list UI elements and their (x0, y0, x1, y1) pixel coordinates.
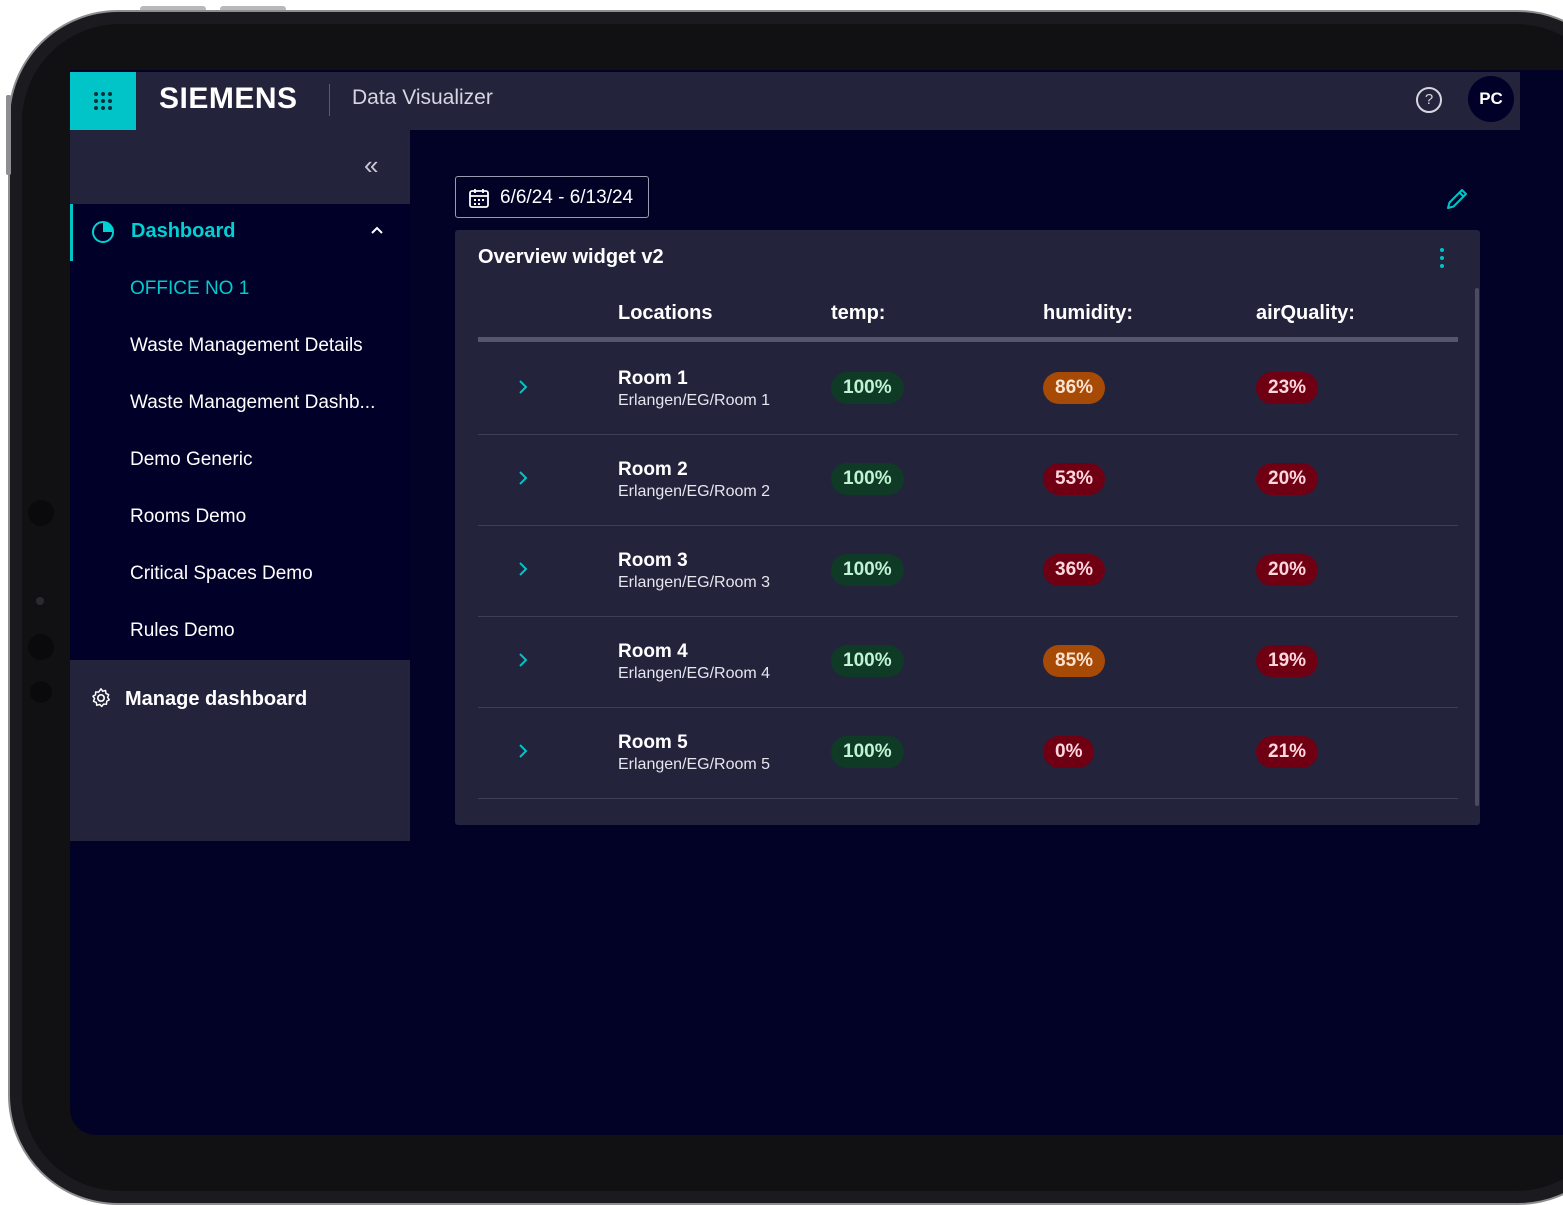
room-name: Room 3 (618, 550, 688, 571)
humidity-badge: 53% (1043, 463, 1106, 495)
humidity-badge: 36% (1043, 554, 1106, 586)
table-row[interactable]: Room 5 Erlangen/EG/Room 5 100% 0% 21% (478, 708, 1458, 799)
collapse-sidebar-icon[interactable]: « (364, 152, 378, 178)
user-avatar[interactable]: PC (1468, 76, 1514, 122)
humidity-badge: 0% (1043, 736, 1095, 768)
room-name: Room 5 (618, 732, 688, 753)
temp-badge: 100% (831, 736, 904, 768)
column-header-temp[interactable]: temp: (831, 302, 885, 325)
overview-widget: Overview widget v2 Locations temp: humid… (455, 230, 1480, 825)
app-switcher-button[interactable] (70, 72, 136, 130)
sidebar-item-waste-management-dashboard[interactable]: Waste Management Dashb... (130, 392, 375, 414)
pie-chart-icon (92, 221, 114, 243)
device-camera-2 (28, 634, 54, 660)
gear-icon (92, 688, 110, 708)
chevron-right-icon[interactable] (516, 469, 530, 487)
sidebar-item-rooms-demo[interactable]: Rooms Demo (130, 506, 246, 528)
humidity-badge: 86% (1043, 372, 1106, 404)
sidebar-item-office-no-1[interactable]: OFFICE NO 1 (130, 278, 249, 300)
column-header-locations[interactable]: Locations (618, 302, 712, 325)
column-header-humidity[interactable]: humidity: (1043, 302, 1133, 325)
room-name: Room 1 (618, 368, 688, 389)
device-camera (28, 500, 54, 526)
header-divider (329, 84, 330, 116)
temp-badge: 100% (831, 463, 904, 495)
room-path: Erlangen/EG/Room 3 (618, 574, 771, 591)
airquality-badge: 19% (1256, 645, 1319, 677)
airquality-badge: 20% (1256, 463, 1319, 495)
airquality-badge: 23% (1256, 372, 1319, 404)
room-name: Room 4 (618, 641, 688, 662)
room-name: Room 2 (618, 459, 688, 480)
temp-badge: 100% (831, 645, 904, 677)
grid-icon (94, 92, 112, 110)
brand-logo: SIEMENS (159, 82, 298, 115)
device-sensor (36, 597, 44, 605)
airquality-badge: 21% (1256, 736, 1319, 768)
table-header: Locations temp: humidity: airQuality: (478, 288, 1458, 342)
room-path: Erlangen/EG/Room 4 (618, 665, 771, 682)
date-range-picker[interactable]: 6/6/24 - 6/13/24 (455, 176, 649, 218)
sidebar-item-demo-generic[interactable]: Demo Generic (130, 449, 253, 471)
sidebar-item-critical-spaces-demo[interactable]: Critical Spaces Demo (130, 563, 313, 585)
calendar-icon (469, 189, 489, 208)
edit-pencil-icon[interactable] (1444, 186, 1470, 212)
sidebar-item-rules-demo[interactable]: Rules Demo (130, 620, 235, 642)
humidity-badge: 85% (1043, 645, 1106, 677)
chevron-right-icon[interactable] (516, 378, 530, 396)
sidebar: « Dashboard OFFICE NO 1 Waste Management… (70, 130, 410, 841)
sidebar-item-waste-management-details[interactable]: Waste Management Details (130, 335, 363, 357)
temp-badge: 100% (831, 372, 904, 404)
room-path: Erlangen/EG/Room 1 (618, 392, 771, 409)
table-row[interactable]: Room 3 Erlangen/EG/Room 3 100% 36% 20% (478, 526, 1458, 617)
widget-scrollbar[interactable] (1475, 288, 1479, 806)
chevron-right-icon[interactable] (516, 651, 530, 669)
help-icon[interactable]: ? (1416, 87, 1442, 113)
app-header: SIEMENS Data Visualizer ? PC (70, 72, 1520, 130)
airquality-badge: 20% (1256, 554, 1319, 586)
more-options-icon[interactable] (1440, 248, 1446, 272)
nav-item-dashboard[interactable]: Dashboard (70, 204, 410, 261)
chevron-right-icon[interactable] (516, 560, 530, 578)
chevron-up-icon[interactable] (369, 222, 385, 238)
nav-item-dashboard-label: Dashboard (131, 220, 236, 242)
column-header-airquality[interactable]: airQuality: (1256, 302, 1355, 325)
app-title: Data Visualizer (352, 86, 493, 109)
widget-title: Overview widget v2 (478, 246, 664, 268)
room-path: Erlangen/EG/Room 5 (618, 756, 771, 773)
chevron-right-icon[interactable] (516, 742, 530, 760)
date-range-text: 6/6/24 - 6/13/24 (500, 187, 634, 208)
app-screen: SIEMENS Data Visualizer ? PC « Dashboard… (70, 70, 1563, 1135)
temp-badge: 100% (831, 554, 904, 586)
device-side-button (6, 95, 11, 175)
nav-dashboard-group: Dashboard OFFICE NO 1 Waste Management D… (70, 204, 410, 660)
table-row[interactable]: Room 1 Erlangen/EG/Room 1 100% 86% 23% (478, 344, 1458, 435)
table-row[interactable]: Room 4 Erlangen/EG/Room 4 100% 85% 19% (478, 617, 1458, 708)
manage-dashboard-label: Manage dashboard (125, 688, 308, 710)
manage-dashboard-button[interactable]: Manage dashboard (70, 660, 410, 730)
table-row[interactable]: Room 2 Erlangen/EG/Room 2 100% 53% 20% (478, 435, 1458, 526)
room-path: Erlangen/EG/Room 2 (618, 483, 771, 500)
device-sensor-2 (30, 681, 52, 703)
